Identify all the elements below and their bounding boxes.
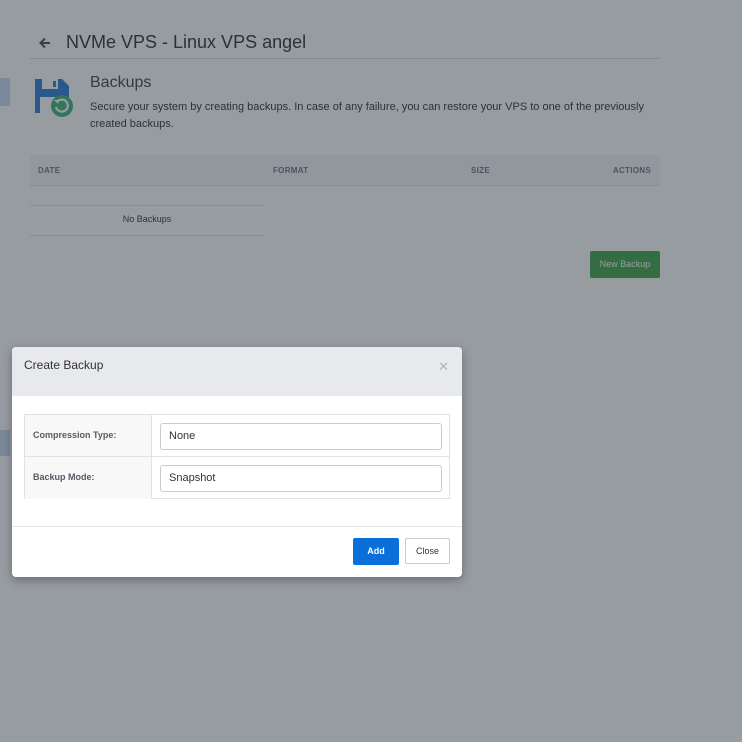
backup-options-form: Compression Type: None Backup Mode: Snap… — [24, 414, 450, 499]
compression-type-label: Compression Type: — [33, 430, 117, 440]
form-row-compression: Compression Type: None — [25, 415, 449, 457]
add-button[interactable]: Add — [353, 538, 399, 565]
modal-footer-divider — [12, 526, 462, 527]
form-label-cell: Backup Mode: — [25, 457, 152, 499]
close-icon[interactable]: ✕ — [438, 360, 449, 373]
close-button[interactable]: Close — [405, 538, 450, 564]
form-row-backup-mode: Backup Mode: Snapshot — [25, 457, 449, 499]
backup-mode-select[interactable]: Snapshot — [160, 465, 442, 492]
modal-title: Create Backup — [24, 358, 104, 372]
form-label-cell: Compression Type: — [25, 415, 152, 456]
backup-mode-label: Backup Mode: — [33, 472, 95, 482]
create-backup-modal: Create Backup ✕ Compression Type: None B… — [12, 347, 462, 577]
modal-header: Create Backup ✕ — [12, 347, 462, 396]
compression-type-select[interactable]: None — [160, 423, 442, 450]
